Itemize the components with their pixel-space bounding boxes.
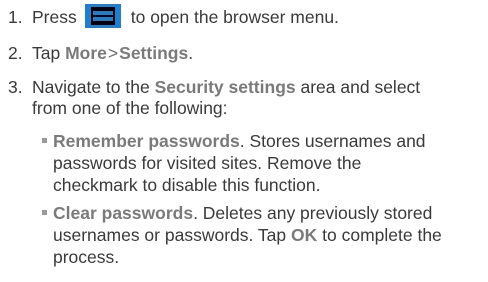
step-text: area and select [300, 77, 421, 97]
bullet-text-part: to complete the [322, 225, 442, 245]
instructions-page: 1. Press to open the browser menu. 2. Tap M… [0, 0, 488, 282]
bullet-remember-passwords: Remember passwords. Stores usernames and… [42, 130, 482, 196]
menu-key-icon [84, 4, 121, 29]
bullet-text: passwords for visited sites. Remove the [53, 153, 362, 173]
bullet-text: process. [53, 247, 120, 267]
step-2: 2. Tap More>Settings. [8, 42, 193, 64]
keyword-remember-passwords: Remember passwords [53, 131, 240, 151]
step-text: Navigate to the [32, 77, 150, 97]
step-3-continuation: from one of the following: [32, 98, 228, 118]
step-number: 1. [8, 7, 23, 27]
step-text: Press [32, 7, 77, 27]
step-number: 2. [8, 43, 23, 63]
bullet-text: checkmark to disable this function. [53, 175, 321, 195]
bullet-text: usernames or passwords. Tap OK to comple… [42, 224, 482, 246]
keyword-security-settings: Security settings [154, 77, 296, 97]
keyword-settings: Settings [119, 43, 189, 63]
keyword-more: More [65, 43, 107, 63]
separator: > [107, 43, 119, 63]
bullet-icon [42, 210, 47, 216]
step-text: Tap [32, 43, 61, 63]
bullet-text-part: usernames or passwords. Tap [53, 225, 287, 245]
bullet-icon [42, 138, 47, 144]
keyword-clear-passwords: Clear passwords [53, 203, 194, 223]
step-3: 3. Navigate to the Security settings area… [8, 76, 420, 98]
step-text-end: . [188, 43, 194, 63]
keyword-ok: OK [291, 225, 318, 245]
step-number: 3. [8, 77, 23, 97]
bullet-text: . Deletes any previously stored [193, 203, 433, 223]
bullet-clear-passwords: Clear passwords. Deletes any previously … [42, 202, 482, 268]
step-1: 1. Press to open the browser menu. [8, 4, 339, 29]
bullet-text: . Stores usernames and [239, 131, 426, 151]
step-text: to open the browser menu. [130, 7, 339, 27]
